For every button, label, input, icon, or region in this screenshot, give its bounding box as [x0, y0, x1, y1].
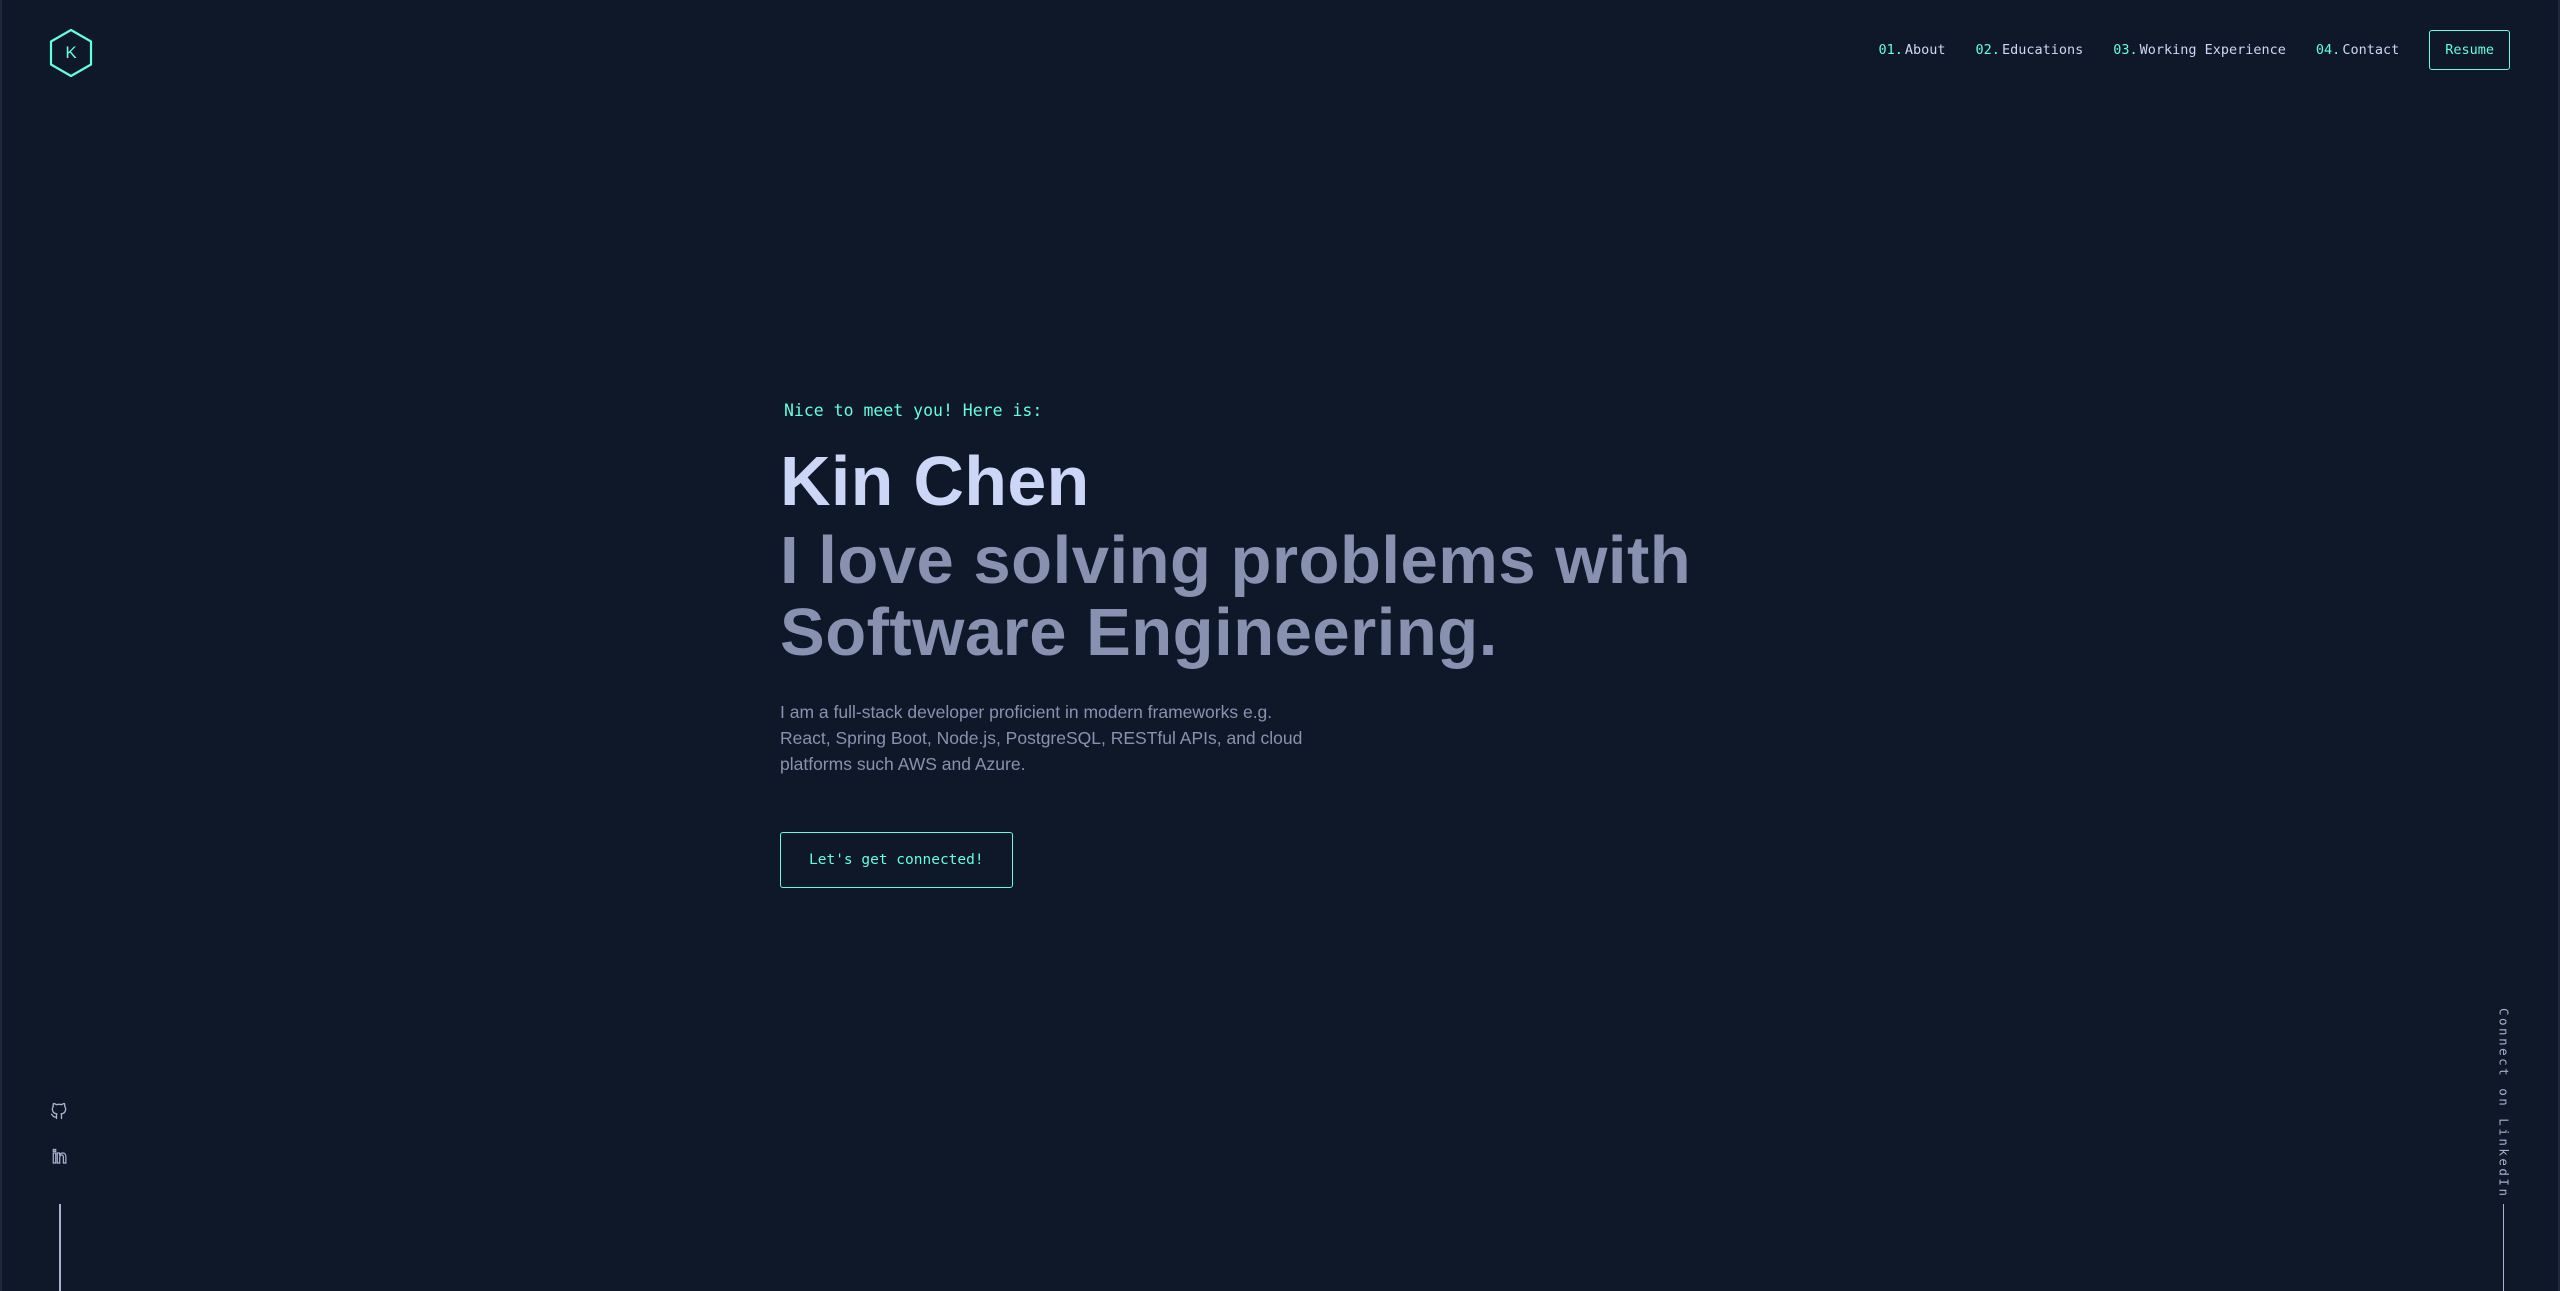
resume-button[interactable]: Resume	[2429, 29, 2510, 70]
nav-label: Educations	[2001, 41, 2084, 58]
hero-section: Nice to meet you! Here is: Kin Chen I lo…	[780, 398, 1780, 888]
hero-name: Kin Chen	[780, 442, 1090, 520]
nav-label: Contact	[2342, 41, 2400, 58]
hero-tagline: I love solving problems with Software En…	[780, 525, 1780, 669]
nav-item-about[interactable]: 01. About	[1879, 42, 1946, 58]
left-vertical-line	[59, 1204, 61, 1291]
social-links: in	[48, 1100, 70, 1168]
nav-item-educations[interactable]: 02. Educations	[1976, 42, 2084, 58]
nav-label: Working Experience	[2139, 41, 2286, 58]
github-link[interactable]	[48, 1100, 70, 1122]
nav-number: 02.	[1975, 41, 2000, 58]
linkedin-link[interactable]: in	[48, 1146, 70, 1168]
nav-item-contact[interactable]: 04. Contact	[2316, 42, 2399, 58]
nav-number: 01.	[1878, 41, 1903, 58]
hero-tagline-line: Software Engineering.	[780, 595, 1498, 670]
hero-intro-line: I am a full-stack developer proficient i…	[780, 702, 1273, 722]
nav-item-working-experience[interactable]: 03. Working Experience	[2113, 42, 2286, 58]
nav-number: 03.	[2113, 41, 2138, 58]
linkedin-icon: in	[51, 1146, 67, 1167]
hero-tagline-line: I love solving problems with	[780, 523, 1692, 598]
right-vertical-line	[2502, 1204, 2504, 1291]
hero-intro-line: React, Spring Boot, Node.js, PostgreSQL,…	[780, 728, 1303, 748]
nav-label: About	[1904, 41, 1946, 58]
side-linkedin-link-container: Connect on LinkedIn	[2493, 1008, 2515, 1199]
hero-greeting: Nice to meet you! Here is:	[784, 401, 1043, 420]
get-connected-button[interactable]: Let's get connected!	[780, 832, 1013, 888]
logo-link[interactable]: K	[48, 28, 94, 78]
github-icon	[50, 1102, 67, 1120]
main-nav: 01. About 02. Educations 03. Working Exp…	[1879, 29, 2510, 70]
hero-intro: I am a full-stack developer proficient i…	[780, 699, 1320, 777]
logo-letter: K	[65, 43, 77, 62]
nav-number: 04.	[2315, 41, 2341, 58]
hero-intro-line: platforms such AWS and Azure.	[780, 754, 1026, 774]
left-frame-edge	[0, 0, 2, 1291]
connect-on-linkedin-link[interactable]: Connect on LinkedIn	[2497, 1008, 2512, 1199]
